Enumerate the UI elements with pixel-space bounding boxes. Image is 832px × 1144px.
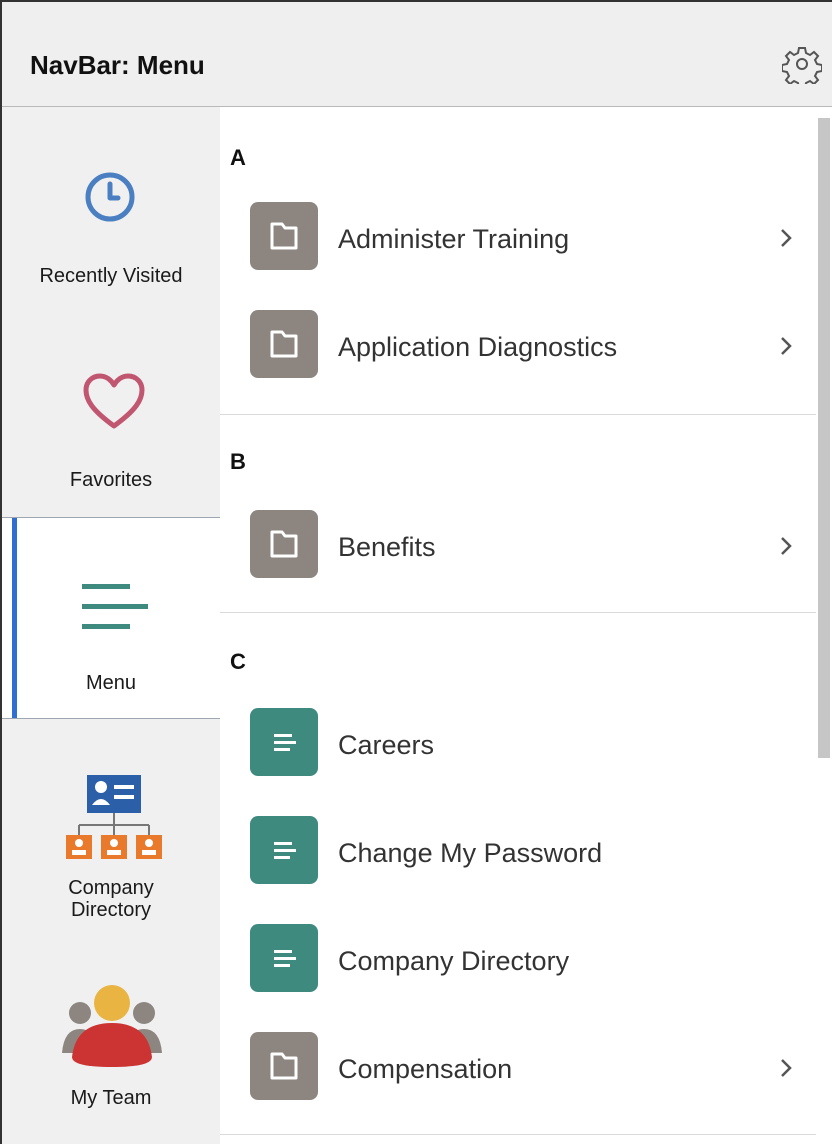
menu-item-compensation[interactable]: Compensation: [220, 1016, 816, 1112]
section-divider: [220, 414, 816, 415]
menu-item-careers[interactable]: Careers: [220, 692, 816, 788]
section-header-c: C: [230, 649, 246, 674]
page-icon: [250, 924, 318, 992]
team-icon: [62, 985, 162, 1067]
section-divider: [220, 612, 816, 613]
chevron-right-icon: [781, 537, 792, 555]
sidebar-item-recently-visited[interactable]: Recently Visited: [2, 107, 220, 312]
sidebar-item-favorites[interactable]: Favorites: [2, 312, 220, 517]
sidebar-item-my-team[interactable]: My Team: [2, 947, 220, 1144]
menu-item-label: Benefits: [338, 532, 436, 562]
sidebar-item-label: Favorites: [69, 469, 153, 491]
page-title: NavBar: Menu: [30, 50, 205, 80]
menu-item-company-directory[interactable]: Company Directory: [220, 908, 816, 1004]
menu-lines-icon: [82, 584, 148, 629]
navbar-sidebar: Recently Visited Favorites Menu Company …: [2, 107, 220, 1144]
section-header-b: B: [230, 449, 246, 474]
folder-icon: [250, 1032, 318, 1100]
sidebar-item-label: Recently Visited: [39, 265, 183, 287]
menu-item-label: Change My Password: [338, 838, 603, 868]
org-chart-icon: [66, 775, 162, 859]
sidebar-item-label: My Team: [70, 1087, 152, 1109]
section-header-a: A: [230, 145, 246, 170]
menu-item-label: Compensation: [338, 1054, 513, 1084]
chevron-right-icon: [781, 229, 792, 247]
section-divider: [220, 1134, 816, 1135]
menu-item-change-my-password[interactable]: Change My Password: [220, 800, 816, 896]
folder-icon: [250, 510, 318, 578]
menu-item-label: Company Directory: [338, 946, 570, 976]
menu-item-administer-training[interactable]: Administer Training: [220, 186, 816, 282]
scrollbar-thumb[interactable]: [818, 118, 830, 758]
menu-item-application-diagnostics[interactable]: Application Diagnostics: [220, 294, 816, 390]
sidebar-item-label: Company Directory: [68, 877, 154, 921]
navbar-header: NavBar: Menu: [2, 2, 832, 107]
chevron-right-icon: [781, 337, 792, 355]
heart-icon: [83, 373, 145, 429]
sidebar-item-menu[interactable]: Menu: [2, 517, 220, 719]
menu-item-label: Administer Training: [338, 224, 570, 254]
menu-list: A Administer Training Application Diagno…: [220, 107, 816, 1144]
clock-icon: [85, 172, 135, 222]
sidebar-item-label: Menu: [85, 672, 137, 694]
folder-icon: [250, 310, 318, 378]
menu-item-label: Careers: [338, 730, 435, 760]
page-icon: [250, 816, 318, 884]
sidebar-item-company-directory[interactable]: Company Directory: [2, 719, 220, 947]
chevron-right-icon: [781, 1059, 792, 1077]
menu-item-benefits[interactable]: Benefits: [220, 494, 816, 590]
folder-icon: [250, 202, 318, 270]
gear-icon[interactable]: [781, 44, 823, 89]
menu-item-label: Application Diagnostics: [338, 332, 618, 362]
page-icon: [250, 708, 318, 776]
